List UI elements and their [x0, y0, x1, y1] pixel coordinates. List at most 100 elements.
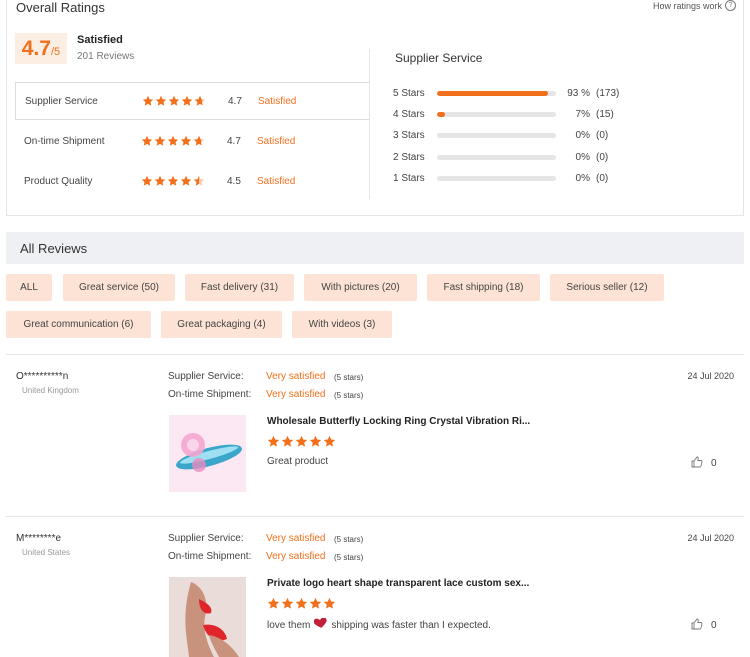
- review-product-thumbnail[interactable]: [169, 577, 246, 657]
- star-bar-pct: 7%: [575, 108, 590, 120]
- how-ratings-work-link[interactable]: How ratings work ?: [653, 0, 736, 11]
- star-bar-count: (173): [596, 87, 620, 99]
- rating-row-supplier-service[interactable]: Supplier Service 4.7 Satisfied: [15, 82, 370, 120]
- review-separator: [6, 354, 744, 355]
- star-bar-label: 3 Stars: [393, 129, 425, 141]
- reviewer-name: O**********n: [16, 371, 69, 382]
- filter-tag-all[interactable]: ALL: [6, 274, 52, 301]
- how-ratings-work-label[interactable]: How ratings work: [653, 1, 722, 11]
- rating-stars: [141, 135, 227, 147]
- rating-value: 4.7: [228, 95, 242, 107]
- overall-summary: Satisfied: [77, 34, 123, 46]
- star-icon: [167, 135, 179, 147]
- review-rating-stars: [267, 435, 336, 448]
- thumbs-up-icon[interactable]: [691, 456, 703, 471]
- review-shipment-value: Very satisfied: [266, 389, 326, 400]
- filter-tag-with-pictures[interactable]: With pictures (20): [304, 274, 417, 301]
- overall-ratings-title: Overall Ratings: [16, 0, 105, 15]
- star-bar-label: 2 Stars: [393, 151, 425, 163]
- filter-tag-serious-seller[interactable]: Serious seller (12): [550, 274, 664, 301]
- star-bar-pct: 0%: [575, 151, 590, 163]
- star-bar-label: 5 Stars: [393, 87, 425, 99]
- rating-label: Supplier Service: [25, 95, 98, 107]
- filter-tag-great-communication[interactable]: Great communication (6): [6, 311, 151, 338]
- review-shipment-key: On-time Shipment:: [168, 389, 252, 400]
- rating-row-on-time-shipment[interactable]: On-time Shipment 4.7 Satisfied: [15, 122, 370, 160]
- star-icon: [267, 597, 280, 610]
- overall-score-box: 4.7 /5: [15, 33, 67, 64]
- rating-status: Satisfied: [258, 95, 297, 107]
- star-bar-count: (0): [596, 151, 609, 163]
- star-icon: [154, 175, 166, 187]
- reviews-count: 201 Reviews: [77, 51, 135, 62]
- star-bar-row-3: 3 Stars 0% (0): [393, 128, 636, 142]
- rating-stars: [141, 175, 227, 187]
- star-icon: [193, 135, 205, 147]
- overall-score: 4.7: [21, 37, 51, 60]
- star-icon: [141, 175, 153, 187]
- review-product-title[interactable]: Wholesale Butterfly Locking Ring Crystal…: [267, 416, 530, 427]
- star-icon: [295, 597, 308, 610]
- like-button[interactable]: 0: [691, 456, 717, 471]
- star-bar-count: (0): [596, 129, 609, 141]
- star-bar-fill: [437, 90, 548, 96]
- star-icon: [168, 95, 180, 107]
- star-icon: [267, 435, 280, 448]
- review-supplier-key: Supplier Service:: [168, 371, 244, 382]
- star-icon: [167, 175, 179, 187]
- star-bar-fill: [437, 111, 446, 117]
- star-bar-pct: 93 %: [567, 87, 590, 99]
- star-bar-track: [437, 154, 556, 160]
- star-icon: [154, 135, 166, 147]
- star-icon: [142, 95, 154, 107]
- star-bar-label: 4 Stars: [393, 108, 425, 120]
- filter-tag-great-service[interactable]: Great service (50): [63, 274, 175, 301]
- rating-status: Satisfied: [257, 135, 296, 147]
- review-supplier-value: Very satisfied: [266, 371, 326, 382]
- rating-row-product-quality[interactable]: Product Quality 4.5 Satisfied: [15, 162, 370, 200]
- rating-value: 4.7: [227, 135, 241, 147]
- review-date: 24 Jul 2020: [687, 533, 734, 543]
- rating-stars: [142, 95, 228, 107]
- rating-label: Product Quality: [24, 175, 93, 187]
- review-comment-text: Great product: [267, 456, 329, 467]
- star-icon: [281, 597, 294, 610]
- all-reviews-title: All Reviews: [20, 240, 88, 256]
- review-supplier-value: Very satisfied: [266, 533, 326, 544]
- star-icon: [281, 435, 294, 448]
- star-icon: [155, 95, 167, 107]
- review-shipment-value: Very satisfied: [266, 551, 326, 562]
- review-date: 24 Jul 2020: [687, 371, 734, 381]
- star-bar-track: [437, 111, 556, 117]
- like-button[interactable]: 0: [691, 618, 717, 633]
- review-supplier-stars: (5 stars): [334, 373, 364, 382]
- review-product-thumbnail[interactable]: [169, 415, 246, 492]
- like-count: 0: [711, 620, 717, 631]
- rating-value: 4.5: [227, 175, 241, 187]
- star-bar-pct: 0%: [575, 172, 590, 184]
- filter-tag-fast-delivery[interactable]: Fast delivery (31): [185, 274, 294, 301]
- review-rating-stars: [267, 597, 336, 610]
- rating-label: On-time Shipment: [24, 135, 105, 147]
- review-comment: love them shipping was faster than I exp…: [267, 617, 491, 632]
- panel-divider: [369, 49, 370, 199]
- star-icon: [295, 435, 308, 448]
- reviewer-name: M********e: [16, 533, 62, 544]
- star-icon: [323, 435, 336, 448]
- filter-tag-fast-shipping[interactable]: Fast shipping (18): [427, 274, 540, 301]
- star-bar-track: [437, 132, 556, 138]
- star-icon: [323, 597, 336, 610]
- star-bar-track: [437, 175, 556, 181]
- like-count: 0: [711, 458, 717, 469]
- star-icon: [141, 135, 153, 147]
- review-separator: [6, 516, 744, 517]
- filter-tag-great-packaging[interactable]: Great packaging (4): [161, 311, 282, 338]
- thumbs-up-icon[interactable]: [691, 618, 703, 633]
- question-icon[interactable]: ?: [725, 0, 736, 11]
- review-supplier-stars: (5 stars): [334, 535, 364, 544]
- filter-tag-with-videos[interactable]: With videos (3): [292, 311, 392, 338]
- star-bar-label: 1 Stars: [393, 172, 425, 184]
- star-icon: [181, 95, 193, 107]
- star-icon: [180, 175, 192, 187]
- review-product-title[interactable]: Private logo heart shape transparent lac…: [267, 578, 529, 589]
